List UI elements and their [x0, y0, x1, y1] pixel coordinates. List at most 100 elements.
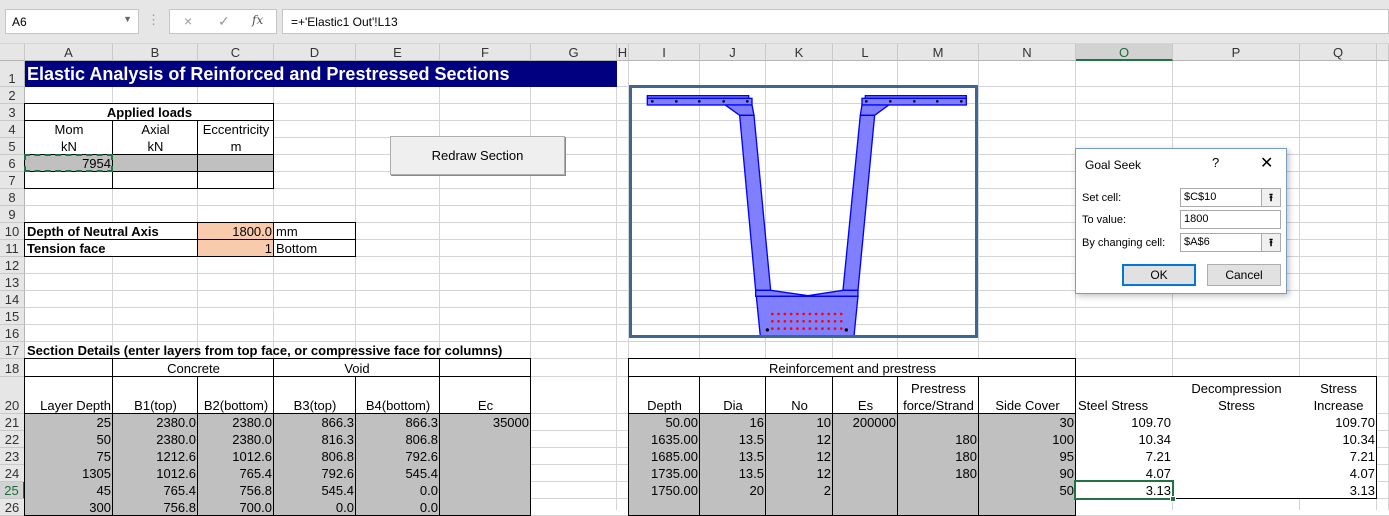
cell-c4[interactable]: Eccentricity	[198, 121, 274, 138]
cell-e23[interactable]: 792.6	[356, 448, 440, 465]
row-header-14[interactable]: 14	[0, 291, 25, 308]
check-icon[interactable]: ✓	[218, 13, 230, 30]
column-header-k[interactable]: K	[766, 44, 833, 61]
row-header-3[interactable]: 3	[0, 104, 25, 121]
fx-icon[interactable]: fx	[252, 13, 263, 27]
cell-n21[interactable]: 30	[979, 414, 1076, 431]
cell-q21[interactable]: 109.70	[1300, 414, 1377, 431]
cell-b24[interactable]: 1012.6	[113, 465, 198, 482]
cell-d11[interactable]: Bottom	[274, 240, 356, 257]
row-header-15[interactable]: 15	[0, 308, 25, 325]
row-header-7[interactable]: 7	[0, 172, 25, 189]
row-header-6[interactable]: 6	[0, 155, 25, 172]
row-header-1[interactable]: 1	[0, 61, 25, 87]
select-all-corner[interactable]	[0, 44, 25, 61]
cell-a21[interactable]: 25	[25, 414, 113, 431]
cell-n25[interactable]: 50	[979, 482, 1076, 499]
column-header-f[interactable]: F	[440, 44, 531, 61]
cell-e20[interactable]: B4(bottom)	[356, 377, 440, 414]
cell-a20[interactable]: Layer Depth	[25, 377, 113, 414]
cell-a10[interactable]: Depth of Neutral Axis	[25, 223, 159, 240]
set-cell-input[interactable]: $C$10 ⭱	[1180, 188, 1281, 207]
column-header-m[interactable]: M	[898, 44, 979, 61]
section-drawing[interactable]	[629, 85, 978, 338]
cell-d21[interactable]: 866.3	[274, 414, 356, 431]
cell-o21[interactable]: 109.70	[1076, 414, 1173, 431]
cell-a25[interactable]: 45	[25, 482, 113, 499]
row-header-18[interactable]: 18	[0, 359, 25, 377]
cell-a5[interactable]: kN	[25, 138, 113, 155]
to-value-input[interactable]: 1800	[1180, 210, 1281, 229]
row-header-17[interactable]: 17	[0, 342, 25, 359]
cell-a22[interactable]: 50	[25, 431, 113, 448]
column-header-c[interactable]: C	[198, 44, 274, 61]
cell-j24[interactable]: 13.5	[700, 465, 766, 482]
ok-button[interactable]: OK	[1122, 264, 1196, 286]
chevron-down-icon[interactable]: ▼	[123, 14, 132, 24]
cell-c23[interactable]: 1012.6	[198, 448, 274, 465]
help-icon[interactable]: ?	[1212, 155, 1219, 170]
cell-d24[interactable]: 792.6	[274, 465, 356, 482]
row-header-24[interactable]: 24	[0, 465, 25, 482]
cell-c24[interactable]: 765.4	[198, 465, 274, 482]
column-header-a[interactable]: A	[25, 44, 113, 61]
cell-d26[interactable]: 0.0	[274, 499, 356, 516]
cell-a17[interactable]: Section Details (enter layers from top f…	[25, 342, 502, 359]
column-header-d[interactable]: D	[274, 44, 356, 61]
cell-q22[interactable]: 10.34	[1300, 431, 1377, 448]
cell-k21[interactable]: 10	[766, 414, 833, 431]
cell-k20[interactable]: No	[766, 377, 833, 414]
cell-i21[interactable]: 50.00	[629, 414, 700, 431]
column-header-i[interactable]: I	[629, 44, 700, 61]
cell-c11[interactable]: 1	[198, 240, 274, 257]
cell-n20[interactable]: Side Cover	[979, 377, 1076, 414]
cell-c22[interactable]: 2380.0	[198, 431, 274, 448]
cell-q20[interactable]: Stress Increase	[1300, 377, 1377, 414]
row-header-9[interactable]: 9	[0, 206, 25, 223]
changing-cell-input[interactable]: $A$6 ⭱	[1180, 233, 1281, 252]
cell-f20[interactable]: Ec	[440, 377, 531, 414]
column-header-j[interactable]: J	[700, 44, 766, 61]
cell-k22[interactable]: 12	[766, 431, 833, 448]
close-icon[interactable]: ✕	[1260, 153, 1273, 173]
redraw-section-button[interactable]: Redraw Section	[390, 136, 565, 175]
cell-q25[interactable]: 3.13	[1300, 482, 1377, 499]
cell-c5[interactable]: m	[198, 138, 274, 155]
cell-d23[interactable]: 806.8	[274, 448, 356, 465]
cell-d20[interactable]: B3(top)	[274, 377, 356, 414]
cancel-button[interactable]: Cancel	[1207, 264, 1281, 286]
row-header-22[interactable]: 22	[0, 431, 25, 448]
column-header-g[interactable]: G	[531, 44, 617, 61]
row-header-23[interactable]: 23	[0, 448, 25, 465]
column-header-r[interactable]	[1377, 44, 1389, 61]
name-box[interactable]: A6 ▼	[5, 9, 139, 34]
cancel-icon[interactable]: ×	[184, 13, 192, 29]
sheet-title[interactable]: Elastic Analysis of Reinforced and Prest…	[25, 61, 617, 87]
row-header-2[interactable]: 2	[0, 87, 25, 104]
row-header-25[interactable]: 25	[0, 482, 25, 499]
collapse-dialog-icon[interactable]: ⭱	[1261, 233, 1281, 252]
row-header-13[interactable]: 13	[0, 274, 25, 291]
row-header-10[interactable]: 10	[0, 223, 25, 240]
cell-c26[interactable]: 700.0	[198, 499, 274, 516]
cell-o22[interactable]: 10.34	[1076, 431, 1173, 448]
cell-k23[interactable]: 12	[766, 448, 833, 465]
row-header-26[interactable]: 26	[0, 499, 25, 516]
cell-e22[interactable]: 806.8	[356, 431, 440, 448]
cell-n24[interactable]: 90	[979, 465, 1076, 482]
cell-k24[interactable]: 12	[766, 465, 833, 482]
cell-i18[interactable]: Reinforcement and prestress	[629, 359, 1076, 377]
cell-f21[interactable]: 35000	[440, 414, 531, 431]
cell-m22[interactable]: 180	[898, 431, 979, 448]
cell-b25[interactable]: 765.4	[113, 482, 198, 499]
fill-handle[interactable]	[1170, 496, 1176, 502]
cell-k25[interactable]: 2	[766, 482, 833, 499]
cell-a26[interactable]: 300	[25, 499, 113, 516]
cell-q23[interactable]: 7.21	[1300, 448, 1377, 465]
cell-b4[interactable]: Axial	[113, 121, 198, 138]
cell-p20[interactable]: Decompression Stress	[1173, 377, 1300, 414]
column-header-q[interactable]: Q	[1300, 44, 1377, 61]
cell-m20[interactable]: Prestress force/Strand	[898, 377, 979, 414]
cell-j25[interactable]: 20	[700, 482, 766, 499]
cell-i20[interactable]: Depth	[629, 377, 700, 414]
